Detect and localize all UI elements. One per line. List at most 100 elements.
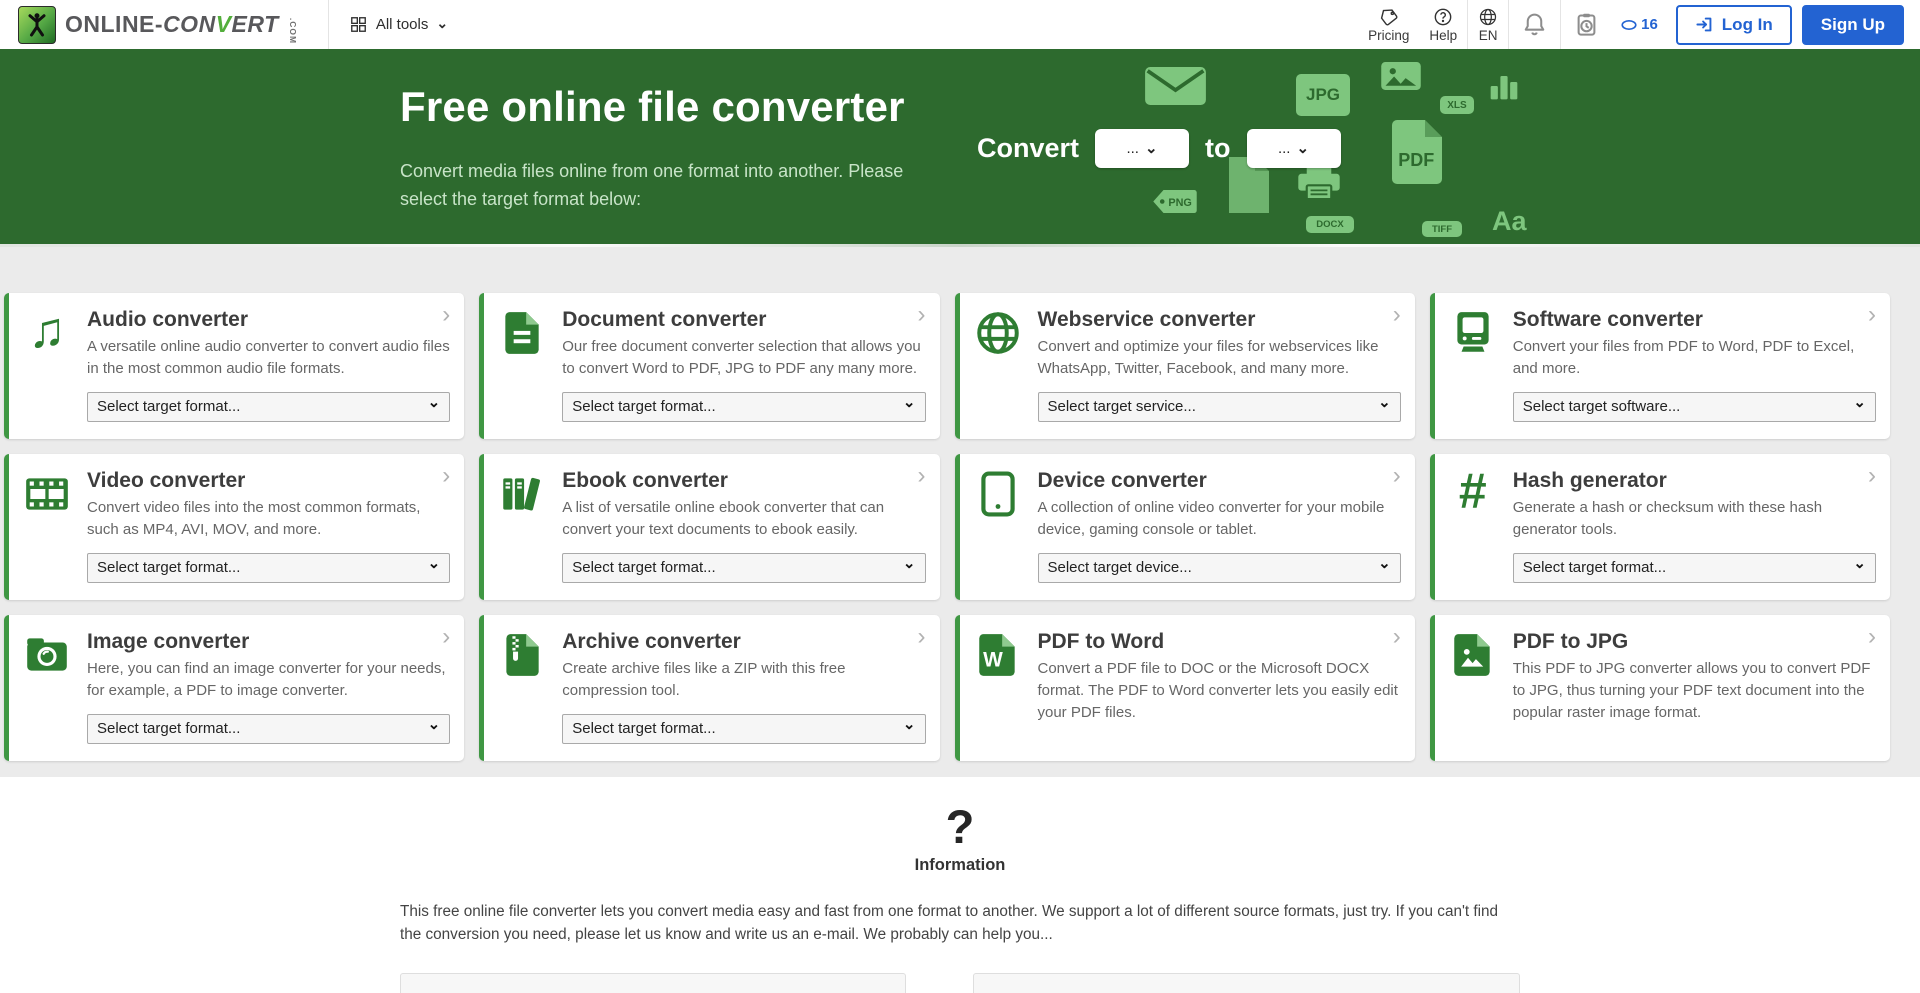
chevron-right-icon[interactable]: › [1868, 303, 1876, 327]
card-description: Here, you can find an image converter fo… [87, 658, 450, 702]
target-select-wrap: Select target format... [87, 553, 450, 583]
card-description: A collection of online video converter f… [1038, 497, 1401, 541]
target-select[interactable]: Select target software... [1513, 392, 1876, 422]
target-select[interactable]: Select target format... [87, 714, 450, 744]
grid-icon [349, 15, 368, 34]
converter-card-zip: ›Archive converter Create archive files l… [479, 615, 939, 761]
card-description: This PDF to JPG converter allows you to … [1513, 658, 1876, 723]
chevron-right-icon[interactable]: › [1868, 625, 1876, 649]
chevron-right-icon[interactable]: › [442, 303, 450, 327]
chevron-right-icon[interactable]: › [918, 625, 926, 649]
chevron-right-icon[interactable]: › [442, 625, 450, 649]
converter-card-document: ›Document converterOur free document con… [479, 293, 939, 439]
chevron-right-icon[interactable]: › [1393, 464, 1401, 488]
card-title[interactable]: Document converter [562, 308, 925, 332]
hero-banner: JPGXLSPDFPNGDOCXTIFFAa Free online file … [0, 49, 1920, 244]
pricing-label: Pricing [1368, 28, 1409, 43]
credits-badge[interactable]: 16 [1612, 16, 1666, 33]
top-bar: ONLINE-CONVERT.COM All tools ⌄ Pricing [0, 0, 1920, 49]
converter-card-music-note: › ♫ Audio converter A versatile online audi… [4, 293, 464, 439]
page-title: Free online file converter [400, 83, 905, 131]
chevron-right-icon[interactable]: › [918, 303, 926, 327]
card-title[interactable]: Webservice converter [1038, 308, 1401, 332]
target-select[interactable]: Select target device... [1038, 553, 1401, 583]
converter-card-film: ›Video converter Convert video files into… [4, 454, 464, 600]
music-note-icon: ♫ [21, 308, 73, 360]
card-title[interactable]: Archive converter [562, 630, 925, 654]
globe-icon [972, 308, 1024, 360]
card-title[interactable]: PDF to Word [1038, 630, 1401, 654]
card-title[interactable]: Hash generator [1513, 469, 1876, 493]
nav-help[interactable]: Help [1419, 0, 1467, 49]
info-box-left[interactable] [400, 973, 906, 993]
card-description: A list of versatile online ebook convert… [562, 497, 925, 541]
card-description: Convert your files from PDF to Word, PDF… [1513, 336, 1876, 380]
converter-card-books: ›Ebook converter A list of versatile onli… [479, 454, 939, 600]
target-select[interactable]: Select target format... [87, 553, 450, 583]
target-select-wrap: Select target format... [1513, 553, 1876, 583]
card-title[interactable]: PDF to JPG [1513, 630, 1876, 654]
globe-icon [1478, 7, 1498, 27]
nav-pricing[interactable]: Pricing [1358, 0, 1419, 49]
converter-card-computer: ›Software converter Convert your files fr… [1430, 293, 1890, 439]
books-icon [496, 469, 548, 521]
card-title[interactable]: Image converter [87, 630, 450, 654]
card-description: Create archive files like a ZIP with thi… [562, 658, 925, 702]
log-in-button[interactable]: Log In [1676, 5, 1792, 45]
source-format-select[interactable]: ... ⌄ [1095, 129, 1189, 168]
language-selector[interactable]: EN [1468, 0, 1508, 49]
site-logo[interactable]: ONLINE-CONVERT.COM [18, 6, 306, 44]
convert-label: Convert [977, 133, 1079, 164]
all-tools-menu[interactable]: All tools ⌄ [329, 0, 468, 49]
to-label: to [1205, 133, 1230, 164]
page-subtitle: Convert media files online from one form… [400, 157, 945, 214]
card-title[interactable]: Ebook converter [562, 469, 925, 493]
card-description: A versatile online audio converter to co… [87, 336, 450, 380]
target-select[interactable]: Select target format... [1513, 553, 1876, 583]
chevron-right-icon[interactable]: › [1393, 625, 1401, 649]
card-title[interactable]: Software converter [1513, 308, 1876, 332]
notifications-button[interactable] [1509, 0, 1560, 49]
history-button[interactable] [1561, 0, 1612, 49]
converter-card-globe: ›Webservice converter Convert and optimiz… [955, 293, 1415, 439]
page: ONLINE-CONVERT.COM All tools ⌄ Pricing [0, 0, 1920, 993]
card-description: Convert video files into the most common… [87, 497, 450, 541]
svg-text:W: W [983, 649, 1003, 672]
target-select[interactable]: Select target service... [1038, 392, 1401, 422]
bell-icon [1521, 11, 1548, 38]
converter-card-hash: › # Hash generator Generate a hash or check… [1430, 454, 1890, 600]
target-select[interactable]: Select target format... [562, 392, 925, 422]
target-select[interactable]: Select target format... [562, 714, 925, 744]
chevron-right-icon[interactable]: › [442, 464, 450, 488]
target-select-wrap: Select target device... [1038, 553, 1401, 583]
card-description: Convert and optimize your files for webs… [1038, 336, 1401, 380]
card-title[interactable]: Video converter [87, 469, 450, 493]
credits-count: 16 [1641, 16, 1658, 33]
target-select[interactable]: Select target format... [87, 392, 450, 422]
card-description: Generate a hash or checksum with these h… [1513, 497, 1876, 541]
chevron-right-icon[interactable]: › [1393, 303, 1401, 327]
sign-up-label: Sign Up [1821, 15, 1885, 35]
card-title[interactable]: Audio converter [87, 308, 450, 332]
card-description: Convert a PDF file to DOC or the Microso… [1038, 658, 1401, 723]
information-boxes [400, 973, 1520, 993]
camera-icon [21, 630, 73, 682]
chevron-right-icon[interactable]: › [918, 464, 926, 488]
sign-up-button[interactable]: Sign Up [1802, 5, 1904, 45]
info-box-right[interactable] [973, 973, 1520, 993]
target-select[interactable]: Select target format... [562, 553, 925, 583]
converter-card-image-file: ›PDF to JPG This PDF to JPG converter all… [1430, 615, 1890, 761]
converter-card-tablet: ›Device converter A collection of online … [955, 454, 1415, 600]
target-select-wrap: Select target software... [1513, 392, 1876, 422]
target-select-wrap: Select target format... [562, 553, 925, 583]
converter-card-camera: ›Image converter Here, you can find an im… [4, 615, 464, 761]
card-title[interactable]: Device converter [1038, 469, 1401, 493]
logo-wordmark: ONLINE-CONVERT.COM [65, 11, 306, 38]
zip-icon [496, 630, 548, 682]
chevron-down-icon: ⌄ [1145, 139, 1158, 157]
login-icon [1695, 15, 1714, 34]
tag-icon [1379, 7, 1399, 27]
target-format-select[interactable]: ... ⌄ [1247, 129, 1341, 168]
hash-icon: # [1447, 469, 1499, 521]
chevron-right-icon[interactable]: › [1868, 464, 1876, 488]
